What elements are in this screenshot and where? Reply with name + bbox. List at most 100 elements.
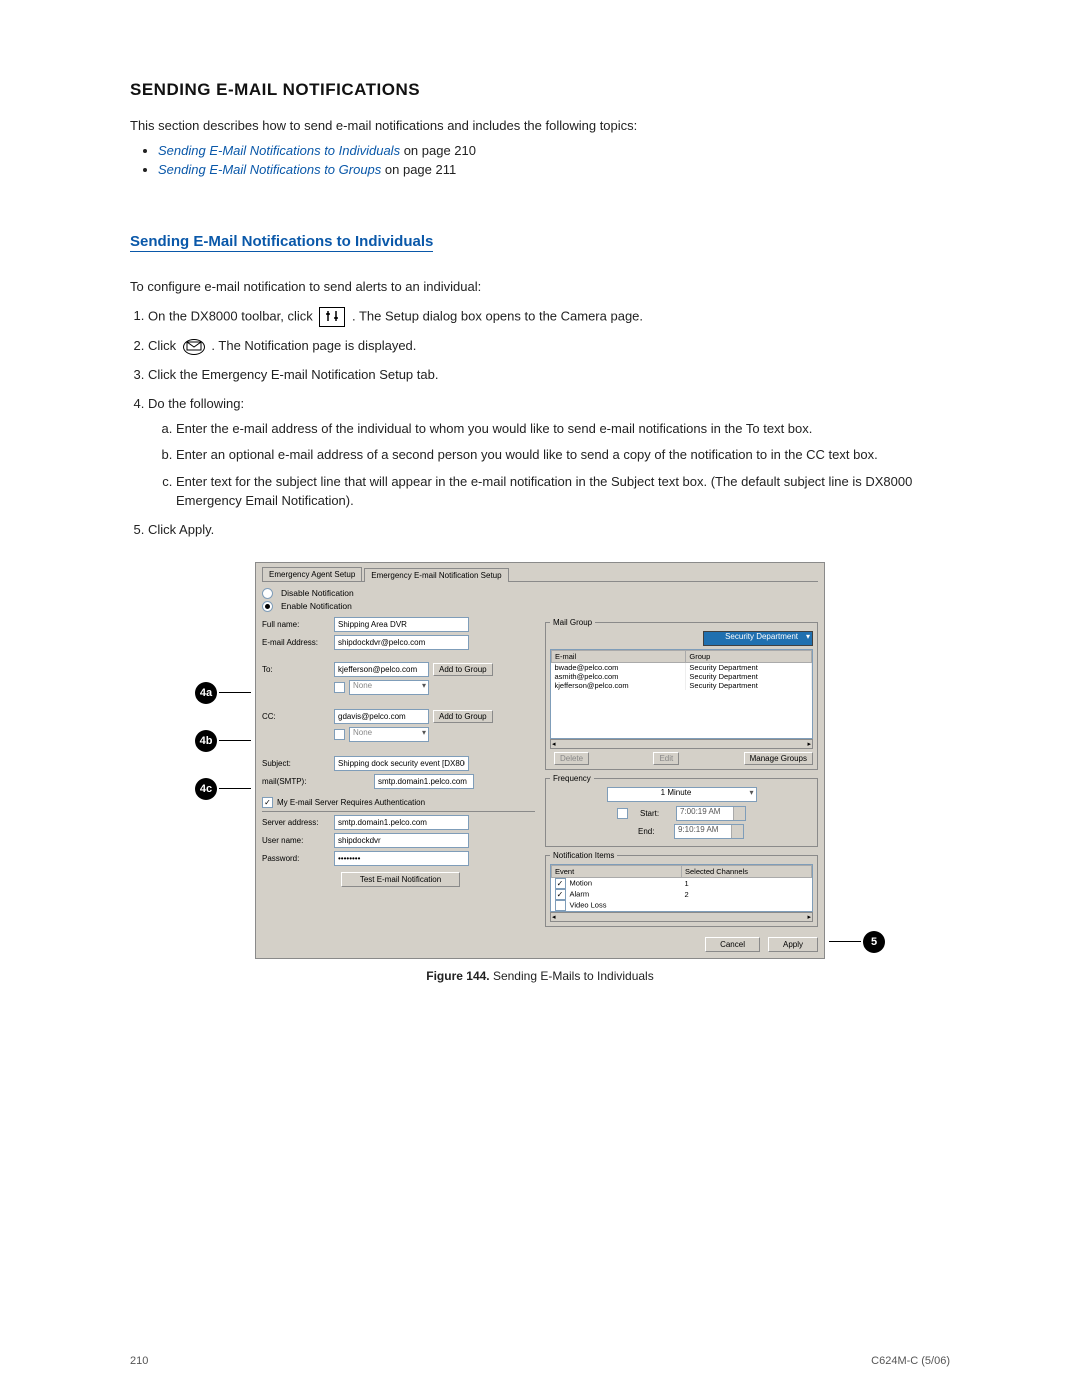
server-label: Server address: [262,818,334,827]
user-label: User name: [262,836,334,845]
delete-button[interactable]: Delete [554,752,589,765]
cc-none-checkbox[interactable] [334,729,345,740]
table-row[interactable]: asmith@pelco.comSecurity Department [552,672,812,681]
to-group-select[interactable]: None [349,680,429,695]
email-address-input[interactable] [334,635,469,650]
section-title: SENDING E-MAIL NOTIFICATIONS [130,80,950,100]
to-none-checkbox[interactable] [334,682,345,693]
topic-item: Sending E-Mail Notifications to Groups o… [158,162,950,177]
smtp-label: mail(SMTP): [262,777,334,786]
grid-scrollbar[interactable]: ◂▸ [550,739,813,749]
cancel-button[interactable]: Cancel [705,937,760,952]
mail-group-select[interactable]: Security Department [703,631,813,646]
notification-items-fieldset: Notification Items Event Selected Channe… [545,851,818,927]
start-label: Start: [640,809,668,818]
envelope-icon [183,339,205,355]
figure: 4a 4b 4c 5 Emergency Agent Setup Emergen… [255,562,825,959]
frequency-fieldset: Frequency 1 Minute Start: 7:00:19 AM [545,774,818,847]
auth-label: My E-mail Server Requires Authentication [277,798,425,807]
password-label: Password: [262,854,334,863]
setup-icon [319,307,345,327]
callout-4c: 4c [195,778,217,800]
intro-text: This section describes how to send e-mai… [130,118,950,133]
topics-list: Sending E-Mail Notifications to Individu… [130,143,950,177]
step-text: Click [148,338,180,353]
subject-input[interactable] [334,756,469,771]
mail-group-fieldset: Mail Group Security Department E-mail Gr… [545,618,818,770]
table-row[interactable]: kjefferson@pelco.comSecurity Department [552,681,812,690]
page-number: 210 [130,1355,148,1367]
step-text: Do the following: [148,396,244,411]
step-3: Click the Emergency E-mail Notification … [148,366,950,385]
to-label: To: [262,665,334,674]
config-intro: To configure e-mail notification to send… [130,279,950,294]
step-text: . The Notification page is displayed. [211,338,416,353]
table-row[interactable]: Motion1 [552,877,812,889]
step-4: Do the following: Enter the e-mail addre… [148,395,950,511]
mail-group-grid[interactable]: E-mail Group bwade@pelco.comSecurity Dep… [550,649,813,739]
table-row[interactable]: bwade@pelco.comSecurity Department [552,662,812,672]
start-checkbox[interactable] [617,808,628,819]
grid-col-email[interactable]: E-mail [552,650,686,662]
cc-add-group-button[interactable]: Add to Group [433,710,493,723]
callout-5: 5 [863,931,885,953]
topic-link[interactable]: Sending E-Mail Notifications to Individu… [158,143,400,158]
figure-caption-text: Sending E-Mails to Individuals [490,969,654,983]
auth-checkbox[interactable] [262,797,273,808]
test-email-button[interactable]: Test E-mail Notification [341,872,460,887]
motion-checkbox[interactable] [555,878,566,889]
user-input[interactable] [334,833,469,848]
callout-4a: 4a [195,682,217,704]
cc-label: CC: [262,712,334,721]
table-row[interactable]: Alarm2 [552,889,812,900]
tab-email-notification[interactable]: Emergency E-mail Notification Setup [364,568,508,582]
step-4a: Enter the e-mail address of the individu… [176,420,950,439]
tab-emergency-agent[interactable]: Emergency Agent Setup [262,567,362,581]
server-input[interactable] [334,815,469,830]
notification-items-legend: Notification Items [550,851,617,860]
to-input[interactable] [334,662,429,677]
table-row[interactable]: Video Loss [552,900,812,911]
radio-disable[interactable] [262,588,273,599]
to-add-group-button[interactable]: Add to Group [433,663,493,676]
cc-group-select[interactable]: None [349,727,429,742]
end-label: End: [638,827,666,836]
steps-list: On the DX8000 toolbar, click . The Setup… [130,307,950,540]
start-time[interactable]: 7:00:19 AM [676,806,746,821]
subsection-title: Sending E-Mail Notifications to Individu… [130,233,433,252]
grid-col-group[interactable]: Group [686,650,812,662]
videoloss-checkbox[interactable] [555,900,566,911]
step-4b: Enter an optional e-mail address of a se… [176,446,950,465]
radio-enable-label: Enable Notification [281,601,352,611]
radio-enable[interactable] [262,601,273,612]
alarm-checkbox[interactable] [555,889,566,900]
notification-items-grid[interactable]: Event Selected Channels Motion1 Alarm2 V… [550,864,813,912]
full-name-label: Full name: [262,620,334,629]
figure-caption: Figure 144. Sending E-Mails to Individua… [130,969,950,983]
end-time[interactable]: 9:10:19 AM [674,824,744,839]
full-name-input[interactable] [334,617,469,632]
apply-button[interactable]: Apply [768,937,818,952]
step-text: . The Setup dialog box opens to the Came… [352,308,643,323]
frequency-select[interactable]: 1 Minute [607,787,757,802]
grid-scrollbar[interactable]: ◂▸ [550,912,813,922]
edit-button[interactable]: Edit [653,752,679,765]
cc-input[interactable] [334,709,429,724]
step-4c: Enter text for the subject line that wil… [176,473,950,511]
topic-link[interactable]: Sending E-Mail Notifications to Groups [158,162,381,177]
grid-col-channels[interactable]: Selected Channels [682,865,812,877]
mail-group-legend: Mail Group [550,618,595,627]
figure-label: Figure 144. [426,969,489,983]
step-2: Click . The Notification page is display… [148,337,950,356]
frequency-legend: Frequency [550,774,594,783]
smtp-input[interactable] [374,774,474,789]
step-text: On the DX8000 toolbar, click [148,308,316,323]
doc-id: C624M-C (5/06) [871,1355,950,1367]
radio-disable-label: Disable Notification [281,588,354,598]
callout-4b: 4b [195,730,217,752]
manage-groups-button[interactable]: Manage Groups [744,752,813,765]
password-input[interactable] [334,851,469,866]
grid-col-event[interactable]: Event [552,865,682,877]
topic-suffix: on page 211 [381,162,456,177]
step-5: Click Apply. [148,521,950,540]
